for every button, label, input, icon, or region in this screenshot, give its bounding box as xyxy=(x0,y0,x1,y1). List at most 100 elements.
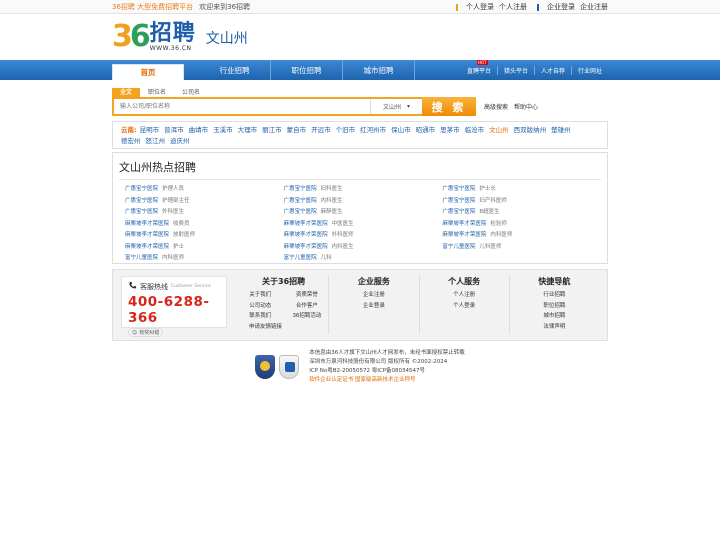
search-tab-company[interactable]: 公司名 xyxy=(174,88,208,97)
job-company-link[interactable]: 麻栗坡李才荣医院 xyxy=(442,232,486,238)
city-link[interactable]: 曲靖市 xyxy=(189,125,209,136)
job-company-link[interactable]: 广惠宝宁医院 xyxy=(284,209,317,215)
company-login-link[interactable]: 企业登录 xyxy=(547,2,575,12)
job-position-link[interactable]: 检验师 xyxy=(490,221,507,227)
footer-link[interactable]: 关于我们 xyxy=(239,290,282,301)
job-position-link[interactable]: 外科医师 xyxy=(332,232,354,238)
job-position-link[interactable]: 内科医师 xyxy=(162,255,184,261)
footer-link[interactable]: 行业招聘 xyxy=(510,290,599,301)
city-link[interactable]: 迪庆州 xyxy=(170,136,190,147)
footer-link[interactable]: 城市招聘 xyxy=(510,311,599,322)
job-company-link[interactable]: 富宁儿童医院 xyxy=(284,255,317,261)
brand-slogan[interactable]: 36招聘 大型免费招聘平台 xyxy=(112,2,193,12)
job-company-link[interactable]: 麻栗坡李才荣医院 xyxy=(284,221,328,227)
city-link[interactable]: 普洱市 xyxy=(164,125,184,136)
city-link[interactable]: 丽江市 xyxy=(262,125,282,136)
site-logo[interactable]: 36 招聘 WWW.36.CN xyxy=(112,22,196,52)
city-link[interactable]: 玉溪市 xyxy=(213,125,233,136)
footer-link[interactable]: 联系我们 xyxy=(239,311,282,322)
job-company-link[interactable]: 广惠宝宁医院 xyxy=(125,186,158,192)
footer-link[interactable]: 申请友情链接 xyxy=(239,322,328,333)
job-company-link[interactable]: 广惠宝宁医院 xyxy=(125,198,158,204)
job-company-link[interactable]: 广惠宝宁医院 xyxy=(284,186,317,192)
footer-link[interactable]: 职位招聘 xyxy=(510,301,599,312)
job-company-link[interactable]: 麻栗坡李才荣医院 xyxy=(284,244,328,250)
city-select[interactable]: 文山州 ▾ xyxy=(370,99,422,114)
personal-login-link[interactable]: 个人登录 xyxy=(466,2,494,12)
job-position-link[interactable]: 儿科 xyxy=(321,255,332,261)
city-link[interactable]: 开远市 xyxy=(311,125,331,136)
help-center-link[interactable]: 帮助中心 xyxy=(514,102,538,111)
job-position-link[interactable]: 收费员 xyxy=(173,221,190,227)
city-link[interactable]: 怒江州 xyxy=(146,136,166,147)
job-position-link[interactable]: 内科医师 xyxy=(490,232,512,238)
company-register-link[interactable]: 企业注册 xyxy=(580,2,608,12)
job-position-link[interactable]: 护理人员 xyxy=(162,186,184,192)
job-company-link[interactable]: 广惠宝宁医院 xyxy=(125,209,158,215)
job-position-link[interactable]: 护士 xyxy=(173,244,184,250)
job-company-link[interactable]: 麻栗坡李才荣医院 xyxy=(125,244,169,250)
job-company-link[interactable]: 广惠宝宁医院 xyxy=(442,209,475,215)
job-position-link[interactable]: 护士长 xyxy=(479,186,496,192)
footer-link[interactable]: 企业登录 xyxy=(329,301,418,312)
footer-link[interactable]: 资质荣誉 xyxy=(286,290,329,301)
search-tab-position[interactable]: 职位名 xyxy=(140,88,174,97)
job-company-link[interactable]: 广惠宝宁医院 xyxy=(284,198,317,204)
city-link[interactable]: 蒙自市 xyxy=(287,125,307,136)
city-link[interactable]: 西双版纳州 xyxy=(514,125,547,136)
job-company-link[interactable]: 麻栗坡李才荣医院 xyxy=(125,221,169,227)
business-license-badge-icon[interactable] xyxy=(279,355,300,379)
job-position-link[interactable]: 麻醉医生 xyxy=(321,209,343,215)
advanced-search-link[interactable]: 高级搜索 xyxy=(484,102,508,111)
nav-headhunter[interactable]: 猎头平台 xyxy=(498,65,535,75)
nav-city-jobs[interactable]: 城市招聘 xyxy=(343,60,415,80)
nav-industry-jobs[interactable]: 行业招聘 xyxy=(199,60,271,80)
job-company-link[interactable]: 广惠宝宁医院 xyxy=(442,198,475,204)
footer-link[interactable]: 公司动态 xyxy=(239,301,282,312)
police-badge-icon[interactable] xyxy=(255,355,276,379)
search-button[interactable]: 搜 索 xyxy=(422,97,476,116)
job-position-link[interactable]: 护理部主任 xyxy=(162,198,190,204)
job-position-link[interactable]: B超医生 xyxy=(479,209,499,215)
job-company-link[interactable]: 富宁儿童医院 xyxy=(125,255,158,261)
job-position-link[interactable]: 儿科医师 xyxy=(479,244,501,250)
nav-industry-sites[interactable]: 行业网址 xyxy=(572,66,608,75)
city-link[interactable]: 思茅市 xyxy=(440,125,460,136)
job-company-link[interactable]: 麻栗坡李才荣医院 xyxy=(284,232,328,238)
job-position-link[interactable]: 内科医生 xyxy=(321,198,343,204)
job-company-link[interactable]: 麻栗坡李才荣医院 xyxy=(442,221,486,227)
job-position-link[interactable]: 妇产科医师 xyxy=(479,198,507,204)
personal-register-link[interactable]: 个人注册 xyxy=(499,2,527,12)
nav-position-jobs[interactable]: 职位招聘 xyxy=(271,60,343,80)
job-position-link[interactable]: 内科医生 xyxy=(332,244,354,250)
job-company-link[interactable]: 广惠宝宁医院 xyxy=(442,186,475,192)
city-link[interactable]: 红河州市 xyxy=(360,125,386,136)
job-company-link[interactable]: 富宁儿童医院 xyxy=(442,244,475,250)
city-link[interactable]: 文山州 xyxy=(489,125,509,136)
footer-link[interactable]: 个人登录 xyxy=(420,301,509,312)
city-link[interactable]: 保山市 xyxy=(391,125,411,136)
city-link[interactable]: 昆明市 xyxy=(140,125,160,136)
job-company-link[interactable]: 麻栗坡李才荣医院 xyxy=(125,232,169,238)
error-report-button[interactable]: ☺ 有奖纠错 xyxy=(128,328,164,337)
city-link[interactable]: 大理市 xyxy=(238,125,258,136)
job-position-link[interactable]: 放射医师 xyxy=(173,232,195,238)
city-link[interactable]: 昭通市 xyxy=(416,125,436,136)
job-position-link[interactable]: 外科医生 xyxy=(162,209,184,215)
job-position-link[interactable]: 中医医生 xyxy=(332,221,354,227)
footer-link[interactable]: 合作客户 xyxy=(286,301,329,312)
nav-self-recommend[interactable]: 人才自荐 xyxy=(535,65,572,75)
footer-link[interactable]: 企业注册 xyxy=(329,290,418,301)
city-link[interactable]: 个旧市 xyxy=(336,125,356,136)
footer-link[interactable]: 法律声明 xyxy=(510,322,599,333)
city-link[interactable]: 临沧市 xyxy=(465,125,485,136)
nav-direct-hire[interactable]: 直聘平台 HOT xyxy=(461,59,498,75)
city-link[interactable]: 德宏州 xyxy=(121,136,141,147)
nav-home[interactable]: 首页 xyxy=(112,64,184,80)
footer-link[interactable]: 36招聘活动 xyxy=(286,311,329,322)
search-input[interactable] xyxy=(114,99,370,114)
city-link[interactable]: 楚雄州 xyxy=(551,125,571,136)
footer-link[interactable]: 个人注册 xyxy=(420,290,509,301)
job-position-link[interactable]: 妇科医生 xyxy=(321,186,343,192)
copyright-line-4[interactable]: 软件企业认定证书 国家级高新技术企业称号 xyxy=(309,376,465,385)
